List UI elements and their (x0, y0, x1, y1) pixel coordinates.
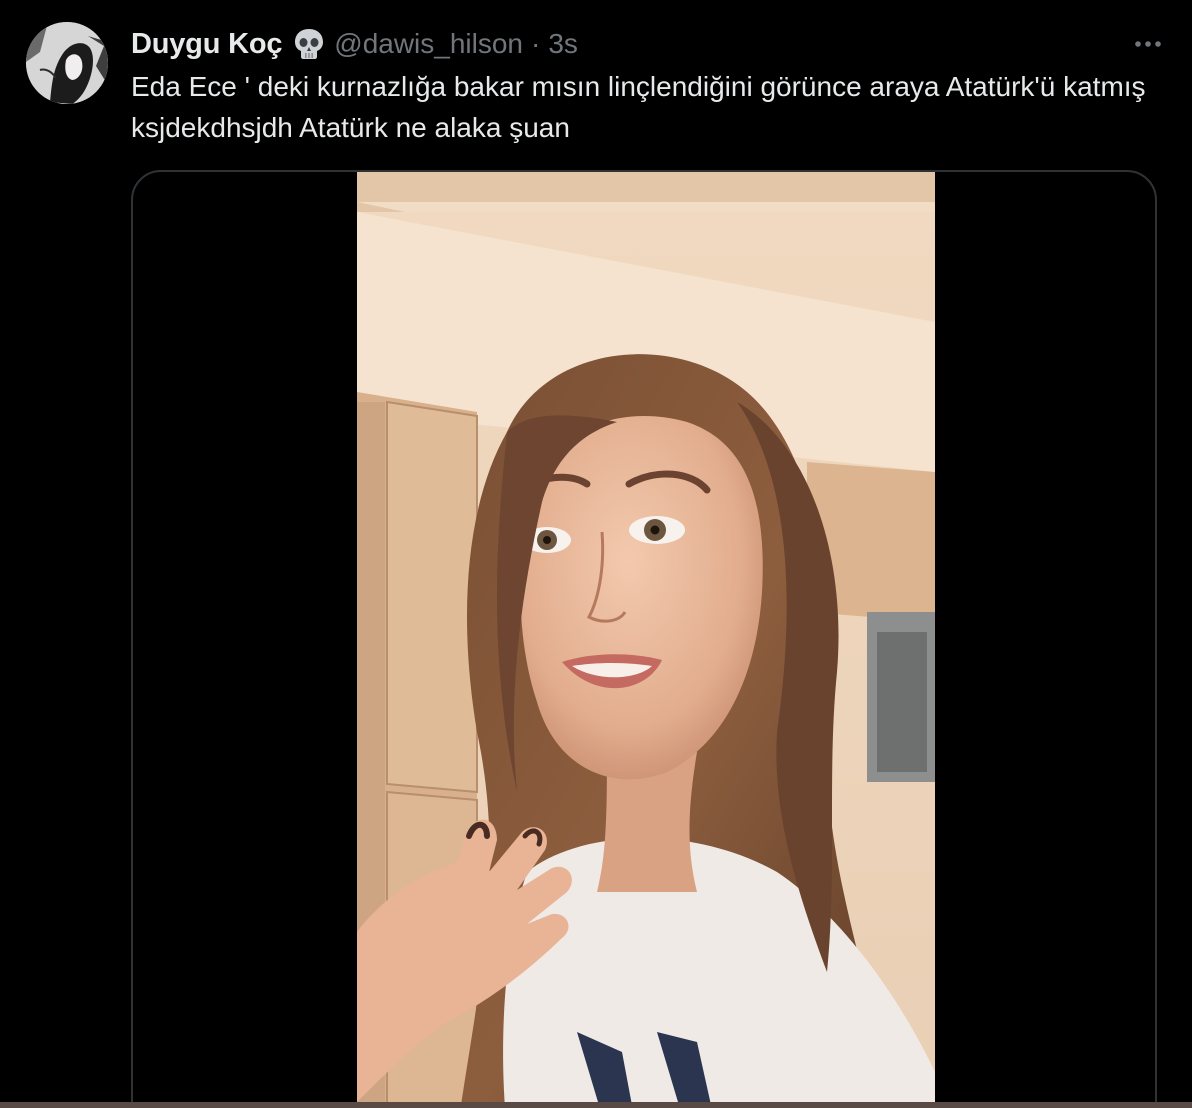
bottom-divider (0, 1102, 1192, 1108)
tweet-header: Duygu Koç @dawis_hilson · 3s (131, 24, 1168, 64)
tweet[interactable]: Duygu Koç @dawis_hilson · 3s Eda Ece ' d… (0, 0, 1192, 1108)
skull-icon (292, 27, 326, 61)
more-horizontal-icon[interactable] (1128, 26, 1168, 62)
dot-separator: · (531, 28, 541, 59)
user-handle[interactable]: @dawis_hilson (334, 28, 523, 60)
video-still-image (357, 172, 935, 1108)
timestamp[interactable]: 3s (548, 28, 578, 60)
video-frame[interactable] (357, 172, 935, 1108)
avatar-illustration (26, 22, 108, 104)
avatar[interactable] (26, 22, 108, 104)
display-name[interactable]: Duygu Koç (131, 28, 282, 61)
tweet-text: Eda Ece ' deki kurnazlığa bakar mısın li… (131, 71, 1146, 143)
tweet-media-video[interactable] (131, 170, 1157, 1108)
